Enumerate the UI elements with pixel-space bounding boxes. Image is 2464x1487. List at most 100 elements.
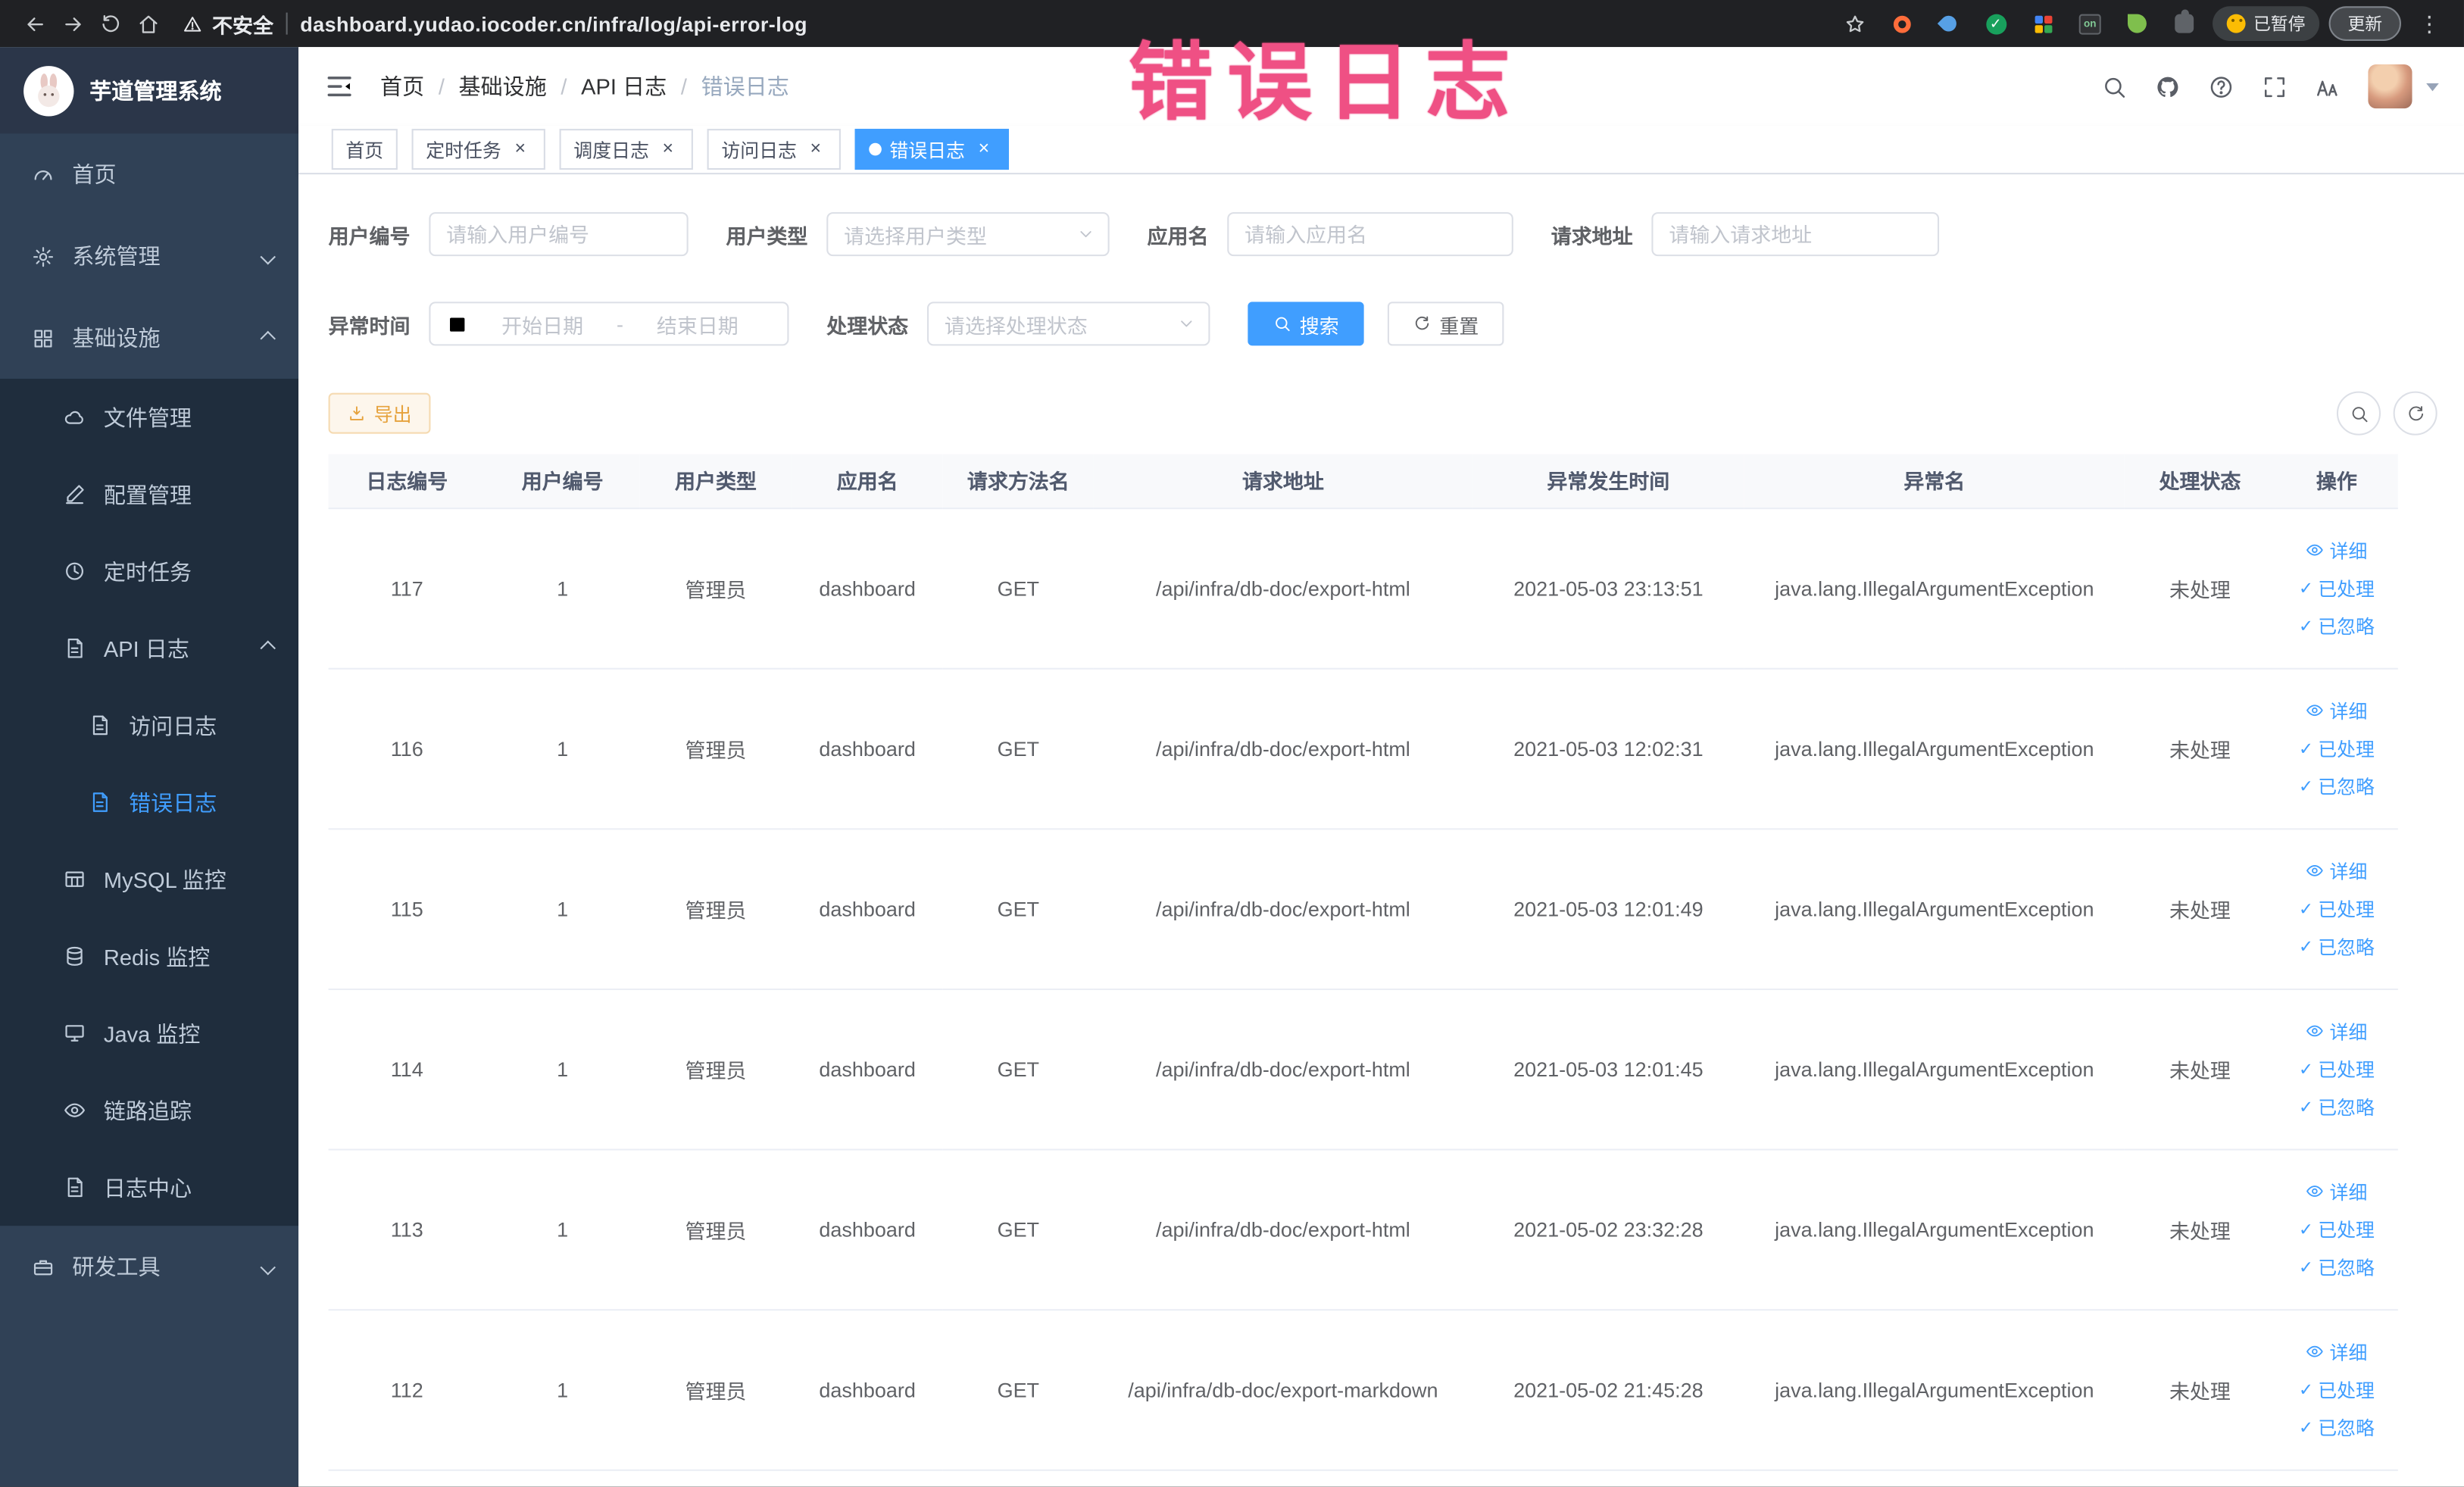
- error-log-table: 日志编号 用户编号 用户类型 应用名 请求方法名 请求地址 异常发生时间 异常名…: [328, 454, 2398, 1470]
- sidebar-item-infra[interactable]: 基础设施: [0, 297, 298, 379]
- hamburger-fold-icon[interactable]: [323, 70, 354, 102]
- home-icon[interactable]: [129, 5, 167, 42]
- export-button[interactable]: 导出: [328, 392, 431, 434]
- processed-link[interactable]: ✓ 已处理: [2299, 1055, 2375, 1082]
- sidebar-item-api-log[interactable]: API 日志: [0, 610, 298, 687]
- font-size-icon[interactable]: [2315, 73, 2341, 99]
- col-exception-time: 异常发生时间: [1472, 454, 1744, 509]
- tab-access-log[interactable]: 访问日志 ×: [707, 129, 842, 170]
- refresh-icon: [1413, 314, 1432, 333]
- user-type-select[interactable]: 请选择用户类型: [826, 212, 1110, 257]
- sidebar-item-redis-monitor[interactable]: Redis 监控: [0, 918, 298, 995]
- check-icon: ✓: [2298, 617, 2314, 636]
- detail-link[interactable]: 详细: [2306, 1339, 2367, 1365]
- ext-on-badge-icon[interactable]: on: [2071, 5, 2109, 42]
- cell-log-id: 114: [328, 988, 486, 1150]
- github-icon[interactable]: [2154, 73, 2181, 99]
- eye-icon: [2306, 1342, 2325, 1361]
- ignored-link[interactable]: ✓ 已忽略: [2299, 612, 2375, 639]
- process-status-select[interactable]: 请选择处理状态: [927, 301, 1210, 346]
- close-icon[interactable]: ×: [804, 138, 826, 161]
- tab-home[interactable]: 首页: [331, 129, 398, 170]
- user-id-input[interactable]: [429, 212, 689, 257]
- fullscreen-icon[interactable]: [2261, 73, 2288, 99]
- bookmark-star-icon[interactable]: [1835, 5, 1873, 42]
- processed-link[interactable]: ✓ 已处理: [2299, 574, 2375, 601]
- tab-scheduled-jobs[interactable]: 定时任务 ×: [411, 129, 545, 170]
- ignored-link[interactable]: ✓ 已忽略: [2299, 932, 2375, 959]
- close-icon[interactable]: ×: [973, 138, 995, 161]
- sidebar-item-log-center[interactable]: 日志中心: [0, 1149, 298, 1226]
- processed-link[interactable]: ✓ 已处理: [2299, 895, 2375, 921]
- ignored-link[interactable]: ✓ 已忽略: [2299, 1414, 2375, 1440]
- processed-link[interactable]: ✓ 已处理: [2299, 1376, 2375, 1402]
- breadcrumb-api-log[interactable]: API 日志: [581, 70, 667, 102]
- request-url-input[interactable]: [1651, 212, 1940, 257]
- chevron-down-icon: [1076, 225, 1095, 244]
- profile-paused-badge[interactable]: 已暂停: [2213, 6, 2320, 41]
- back-icon[interactable]: [16, 5, 54, 42]
- sidebar-item-java-monitor[interactable]: Java 监控: [0, 995, 298, 1072]
- sidebar-item-trace[interactable]: 链路追踪: [0, 1072, 298, 1149]
- security-badge[interactable]: 不安全: [183, 8, 273, 38]
- breadcrumb-home[interactable]: 首页: [380, 70, 424, 102]
- sidebar-item-home[interactable]: 首页: [0, 133, 298, 215]
- col-user-id: 用户编号: [486, 454, 640, 509]
- sidebar-item-system[interactable]: 系统管理: [0, 215, 298, 297]
- forward-icon[interactable]: [54, 5, 92, 42]
- sidebar-item-error-log[interactable]: 错误日志: [0, 764, 298, 841]
- reset-button[interactable]: 重置: [1387, 301, 1504, 346]
- search-button[interactable]: 搜索: [1248, 301, 1364, 346]
- ignored-link[interactable]: ✓ 已忽略: [2299, 1253, 2375, 1279]
- reload-icon[interactable]: [91, 5, 129, 42]
- cell-exception-name: java.lang.IllegalArgumentException: [1744, 828, 2125, 989]
- user-avatar[interactable]: [2368, 64, 2412, 109]
- sidebar-item-dev-tools[interactable]: 研发工具: [0, 1226, 298, 1307]
- ignored-link[interactable]: ✓ 已忽略: [2299, 773, 2375, 799]
- detail-link[interactable]: 详细: [2306, 858, 2367, 884]
- ext-check-icon[interactable]: ✓: [1977, 5, 2015, 42]
- check-icon: ✓: [2298, 1380, 2314, 1400]
- ignored-link[interactable]: ✓ 已忽略: [2299, 1093, 2375, 1120]
- sidebar-item-mysql-monitor[interactable]: MySQL 监控: [0, 841, 298, 918]
- sidebar: 芋道管理系统 首页 系统管理 基础设施 文件管理 配置管理 定时任务 API 日…: [0, 47, 299, 1487]
- url-text[interactable]: dashboard.yudao.iocoder.cn/infra/log/api…: [300, 12, 807, 36]
- sidebar-item-config-manage[interactable]: 配置管理: [0, 456, 298, 533]
- kebab-menu-icon[interactable]: ⋮: [2410, 5, 2448, 42]
- processed-link[interactable]: ✓ 已处理: [2299, 735, 2375, 761]
- ext-ring-icon[interactable]: [1882, 5, 1920, 42]
- search-icon[interactable]: [2101, 73, 2128, 99]
- detail-link[interactable]: 详细: [2306, 697, 2367, 723]
- tab-error-log[interactable]: 错误日志 ×: [854, 129, 1010, 170]
- app-logo[interactable]: 芋道管理系统: [0, 47, 299, 134]
- exception-time-range-picker[interactable]: 开始日期 - 结束日期: [429, 301, 789, 346]
- tab-dispatch-log[interactable]: 调度日志 ×: [559, 129, 693, 170]
- app-name-input[interactable]: [1227, 212, 1513, 257]
- app-title: 芋道管理系统: [89, 77, 222, 103]
- processed-link[interactable]: ✓ 已处理: [2299, 1216, 2375, 1242]
- detail-link[interactable]: 详细: [2306, 1017, 2367, 1044]
- sidebar-item-access-log[interactable]: 访问日志: [0, 687, 298, 764]
- update-button[interactable]: 更新: [2328, 6, 2401, 41]
- detail-link[interactable]: 详细: [2306, 536, 2367, 563]
- detail-link[interactable]: 详细: [2306, 1178, 2367, 1204]
- address-bar[interactable]: 不安全 dashboard.yudao.iocoder.cn/infra/log…: [183, 8, 1835, 38]
- ext-leaf-icon[interactable]: [2119, 5, 2156, 42]
- sidebar-item-file-manage[interactable]: 文件管理: [0, 379, 298, 456]
- help-icon[interactable]: [2208, 73, 2234, 99]
- doc-icon: [88, 791, 111, 814]
- refresh-table-button[interactable]: [2393, 391, 2437, 436]
- close-icon[interactable]: ×: [657, 138, 679, 161]
- sidebar-item-scheduled-jobs[interactable]: 定时任务: [0, 533, 298, 610]
- breadcrumb-infra[interactable]: 基础设施: [459, 70, 547, 102]
- close-icon[interactable]: ×: [509, 138, 531, 161]
- ext-grid-icon[interactable]: [2024, 5, 2062, 42]
- col-log-id: 日志编号: [328, 454, 486, 509]
- cell-request-url: /api/infra/db-doc/export-html: [1093, 828, 1472, 989]
- cell-request-url: /api/infra/db-doc/export-html: [1093, 1148, 1472, 1310]
- ext-puzzle-icon[interactable]: [2166, 5, 2203, 42]
- ext-drop-icon[interactable]: [1930, 5, 1968, 42]
- toggle-search-button[interactable]: [2336, 391, 2381, 436]
- avatar-caret-icon[interactable]: [2426, 82, 2439, 91]
- filter-row-2: 异常时间 开始日期 - 结束日期 处理状态 请选择处理状态 搜索 重置: [329, 301, 2437, 346]
